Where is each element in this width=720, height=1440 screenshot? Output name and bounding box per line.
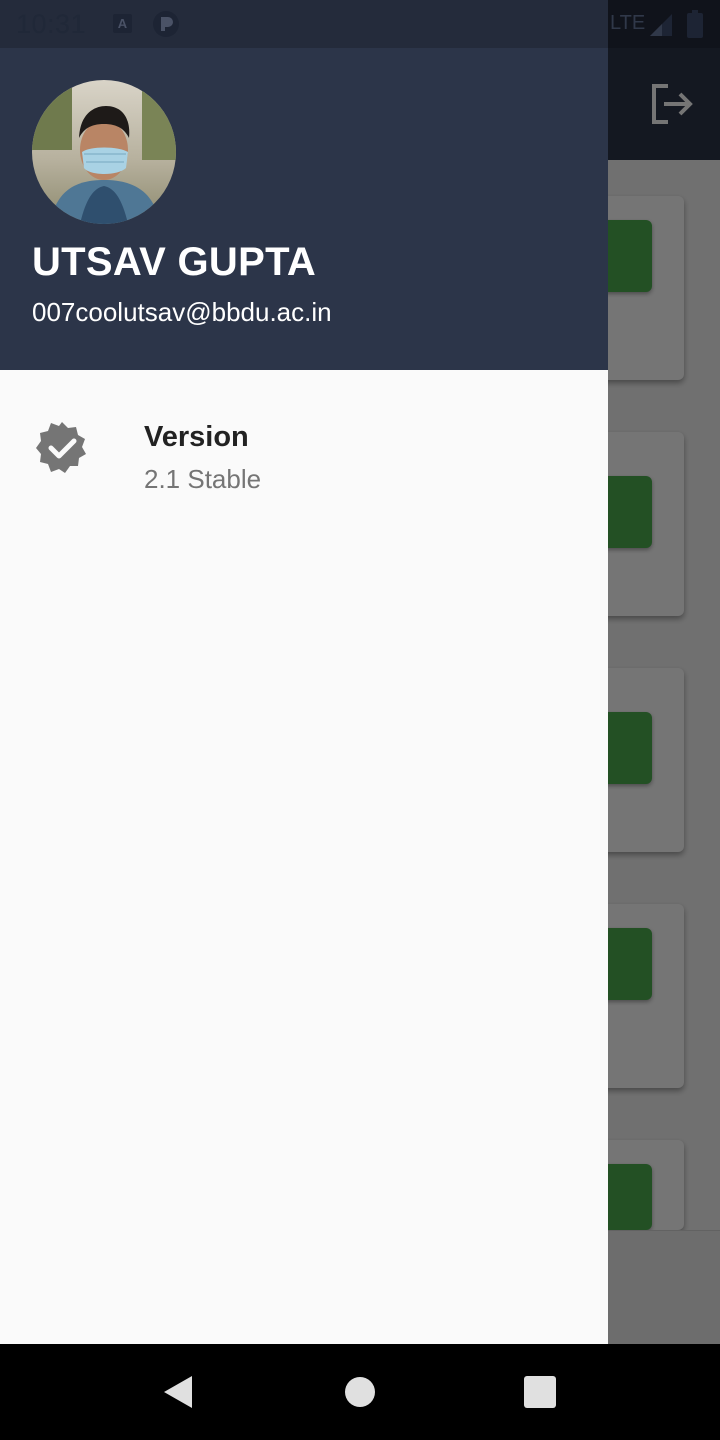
- status-bar: 10:31 A LTE: [0, 0, 720, 48]
- version-title: Version: [144, 421, 249, 453]
- system-nav-bar: [0, 1344, 720, 1440]
- signal-icon: [650, 14, 672, 36]
- verified-badge-icon: [36, 422, 86, 473]
- status-time: 10:31: [16, 9, 87, 39]
- battery-icon: [687, 10, 703, 38]
- drawer-item-version[interactable]: Version 2.1 Stable: [0, 390, 608, 510]
- recents-icon[interactable]: [520, 1372, 560, 1412]
- navigation-drawer: UTSAV GUPTA 007coolutsav@bbdu.ac.in Vers…: [0, 0, 608, 1344]
- screen: UTSAV GUPTA 007coolutsav@bbdu.ac.in Vers…: [0, 0, 720, 1440]
- a-icon: A: [113, 14, 132, 33]
- back-icon[interactable]: [158, 1372, 198, 1412]
- user-name: UTSAV GUPTA: [32, 240, 317, 284]
- version-subtitle: 2.1 Stable: [144, 464, 262, 494]
- network-type: LTE: [610, 12, 646, 34]
- user-email: 007coolutsav@bbdu.ac.in: [32, 297, 332, 327]
- avatar[interactable]: [32, 80, 176, 224]
- home-icon[interactable]: [340, 1372, 380, 1412]
- p-circle-icon: [153, 11, 179, 37]
- drawer-header: UTSAV GUPTA 007coolutsav@bbdu.ac.in: [0, 0, 608, 370]
